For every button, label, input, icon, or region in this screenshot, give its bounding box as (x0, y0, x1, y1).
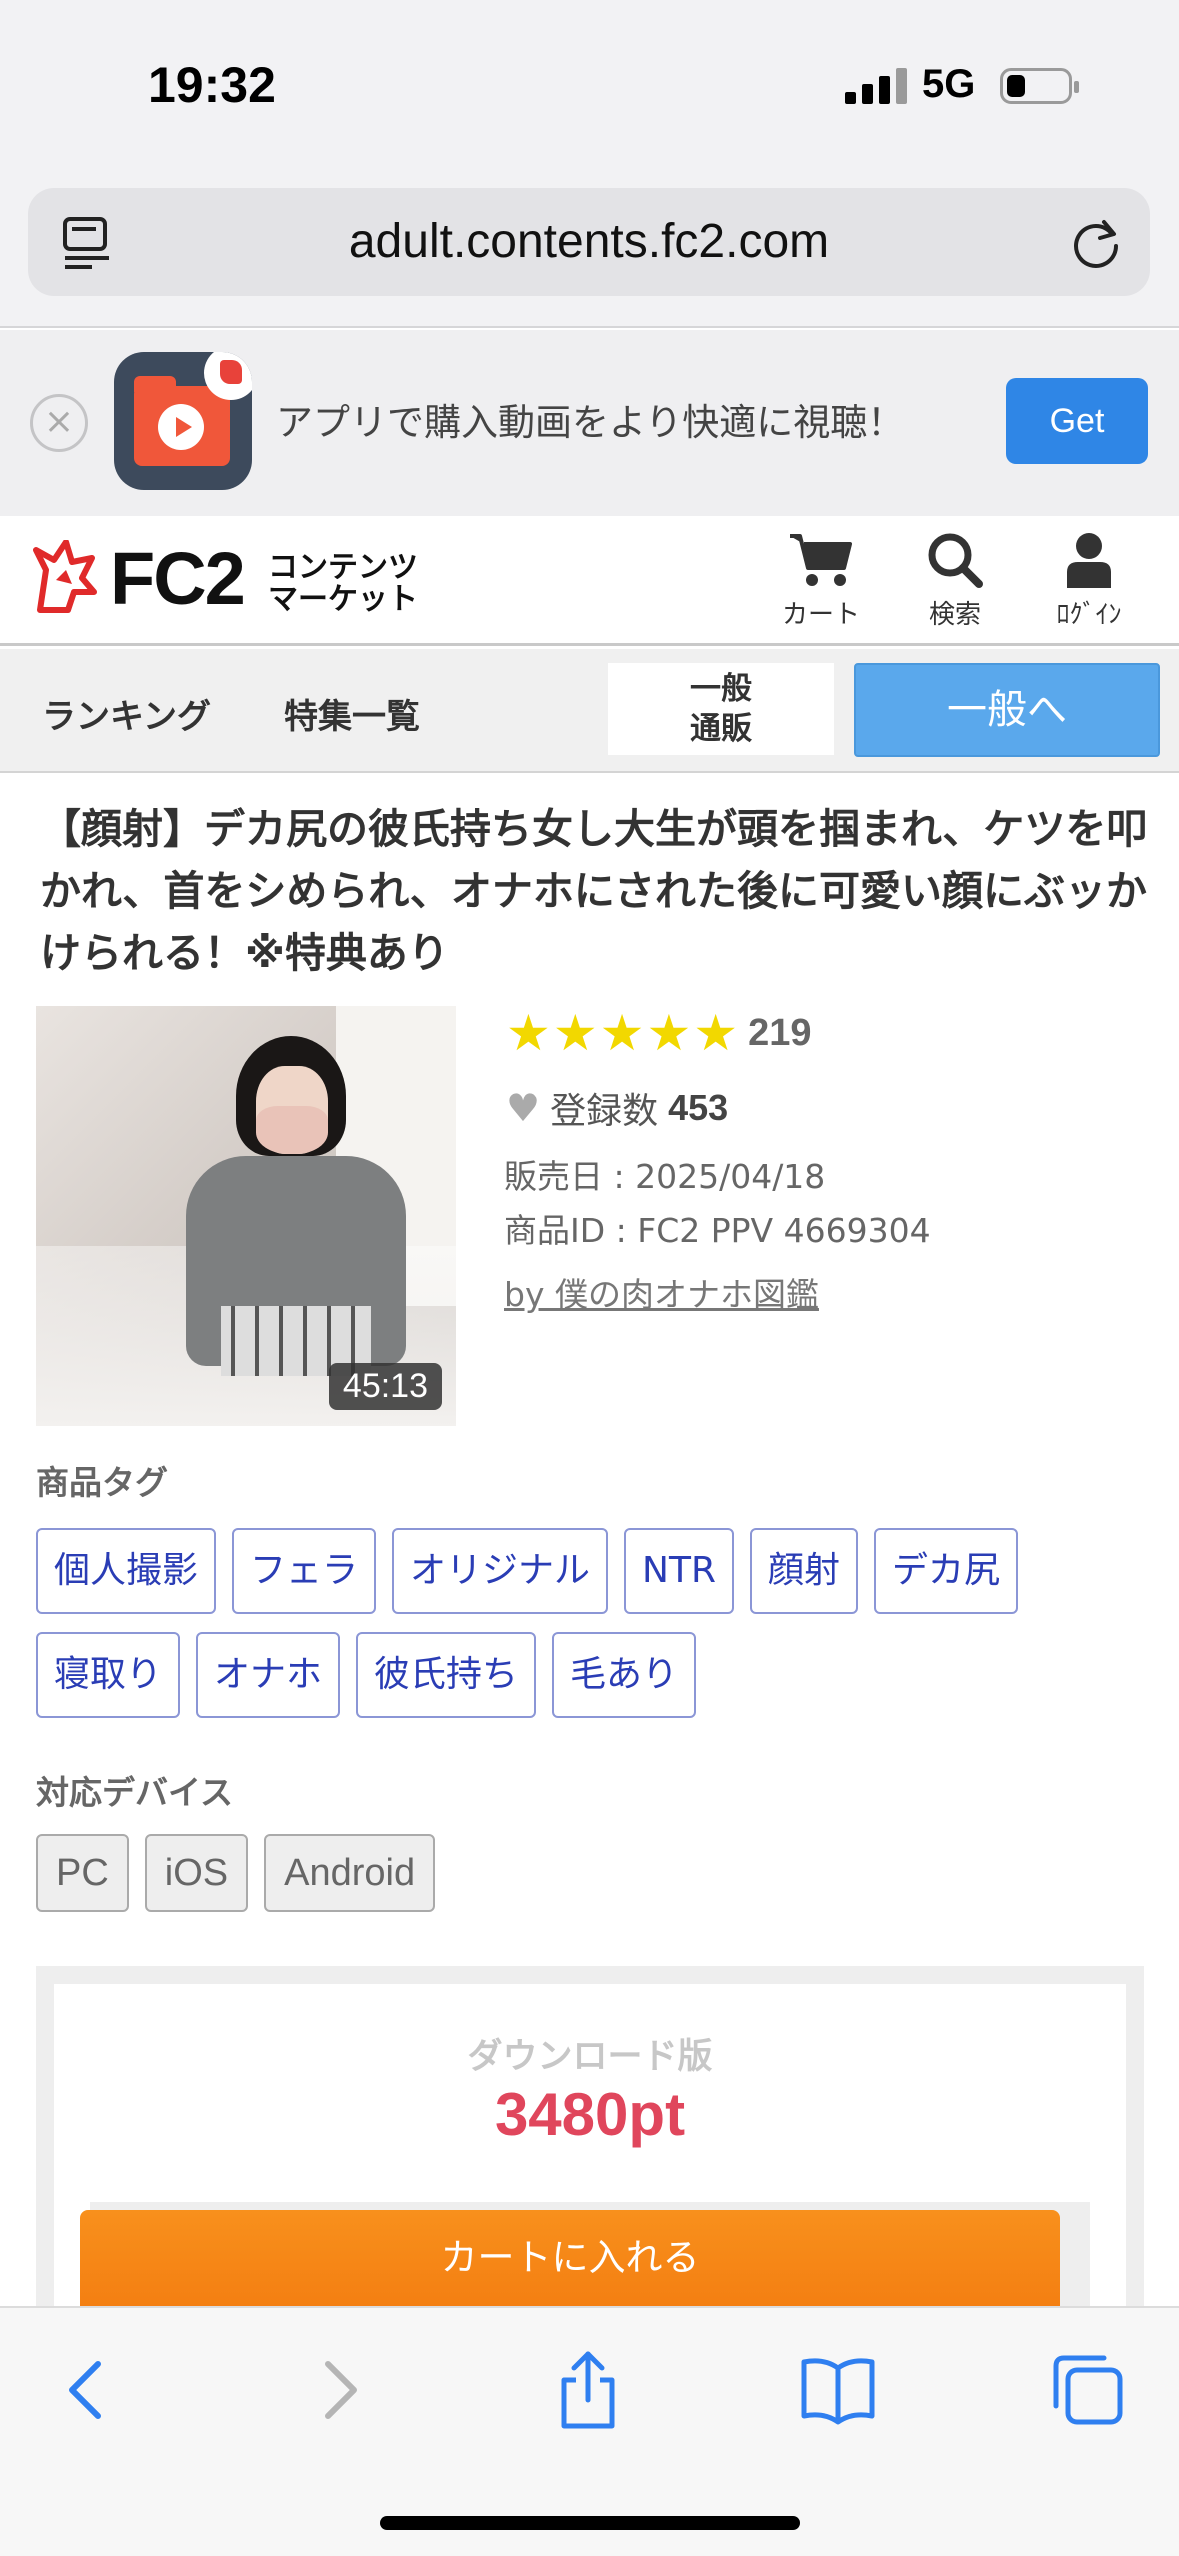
banner-text: アプリで購入動画をより快適に視聴！ (276, 401, 905, 444)
tag[interactable]: 彼氏持ち (356, 1632, 537, 1718)
product-id: 商品ID : FC2 PPV 4669304 (504, 1211, 931, 1250)
heart-icon: ♥ (506, 1086, 541, 1130)
tag[interactable]: 毛あり (552, 1632, 697, 1718)
rating[interactable]: ★★★★★ 219 (506, 1004, 812, 1062)
login-link[interactable]: ﾛｸﾞｲﾝ (1034, 530, 1144, 631)
search-link[interactable]: 検索 (900, 530, 1010, 631)
site-header: FC2 コンテンツ マーケット カート 検索 ﾛｸﾞｲﾝ (0, 516, 1179, 646)
forward-icon[interactable] (298, 2350, 378, 2430)
download-version-label: ダウンロード版 (467, 2037, 713, 2077)
tag[interactable]: 寝取り (36, 1632, 181, 1718)
favorites[interactable]: ♥ 登録数 453 (506, 1082, 728, 1134)
logo-sub-line1: コンテンツ (268, 550, 418, 585)
category-nav: ランキング 特集一覧 一般 通販 一般へ (0, 649, 1179, 773)
tags-heading: 商品タグ (36, 1463, 168, 1502)
app-icon (114, 352, 252, 490)
seller-link[interactable]: by 僕の肉オナホ図鑑 (504, 1268, 819, 1316)
device-badge: PC (36, 1834, 129, 1912)
address-bar[interactable]: adult.contents.fc2.com (28, 188, 1150, 296)
search-label: 検索 (928, 600, 981, 630)
share-icon[interactable] (548, 2350, 628, 2430)
bookmarks-icon[interactable] (798, 2350, 878, 2430)
tag[interactable]: NTR (624, 1528, 734, 1614)
mode-line2: 通販 (690, 711, 752, 747)
logo-text[interactable]: FC2 (110, 536, 246, 621)
ranking-link[interactable]: ランキング (42, 689, 211, 738)
search-icon (928, 533, 983, 588)
signal-icon (845, 66, 907, 104)
login-label: ﾛｸﾞｲﾝ (1056, 600, 1122, 630)
star-rating-icon: ★★★★★ (506, 1004, 741, 1062)
product-title: 【顔射】デカ尻の彼氏持ち女し大生が頭を掴まれ、ケツを叩かれ、首をシめられ、オナホ… (40, 805, 1148, 977)
tag[interactable]: オリジナル (392, 1528, 609, 1614)
status-bar: 19:32 5G (0, 0, 1179, 170)
switch-mode-button[interactable]: 一般へ (854, 663, 1160, 757)
fc2-logo-icon[interactable] (32, 540, 98, 616)
device-badge: Android (264, 1834, 436, 1912)
rating-count: 219 (748, 1011, 812, 1054)
tag[interactable]: 顔射 (749, 1528, 858, 1614)
network-label: 5G (922, 62, 976, 106)
device-badge: iOS (144, 1834, 249, 1912)
tabs-icon[interactable] (1048, 2350, 1128, 2430)
cart-link[interactable]: カート (766, 530, 876, 631)
logo-sub-line2: マーケット (268, 582, 418, 617)
cart-label: カート (781, 600, 860, 630)
logo-subtitle: コンテンツ マーケット (268, 552, 418, 616)
close-icon[interactable]: × (30, 394, 88, 452)
url-text[interactable]: adult.contents.fc2.com (28, 214, 1150, 269)
tag[interactable]: フェラ (232, 1528, 377, 1614)
status-time: 19:32 (148, 57, 276, 113)
duration-badge: 45:13 (328, 1363, 442, 1410)
price: 3480pt (494, 2081, 686, 2148)
current-mode: 一般 通販 (608, 663, 834, 755)
add-to-cart-button[interactable]: カートに入れる (80, 2210, 1060, 2306)
cart-icon (790, 534, 852, 586)
user-icon (1067, 533, 1111, 588)
home-indicator (380, 2516, 800, 2530)
tag-list: 個人撮影 フェラ オリジナル NTR 顔射 デカ尻 寝取り オナホ 彼氏持ち 毛… (36, 1528, 1156, 1718)
tag[interactable]: デカ尻 (874, 1528, 1019, 1614)
browser-address-area: adult.contents.fc2.com (0, 170, 1179, 328)
device-list: PC iOS Android (36, 1834, 436, 1912)
features-link[interactable]: 特集一覧 (284, 689, 420, 738)
favorites-count: 453 (668, 1087, 729, 1128)
favorites-label: 登録数 (550, 1091, 659, 1132)
battery-icon (1000, 68, 1079, 104)
app-install-banner: × アプリで購入動画をより快適に視聴！ Get (0, 330, 1179, 516)
tag[interactable]: 個人撮影 (36, 1528, 217, 1614)
get-app-button[interactable]: Get (1006, 378, 1148, 464)
tag[interactable]: オナホ (196, 1632, 341, 1718)
mode-line1: 一般 (690, 671, 752, 707)
reload-icon[interactable] (1068, 216, 1124, 272)
product-thumbnail[interactable]: 45:13 (36, 1006, 456, 1426)
release-date: 販売日 : 2025/04/18 (504, 1157, 826, 1196)
back-icon[interactable] (48, 2350, 128, 2430)
devices-heading: 対応デバイス (36, 1773, 234, 1812)
